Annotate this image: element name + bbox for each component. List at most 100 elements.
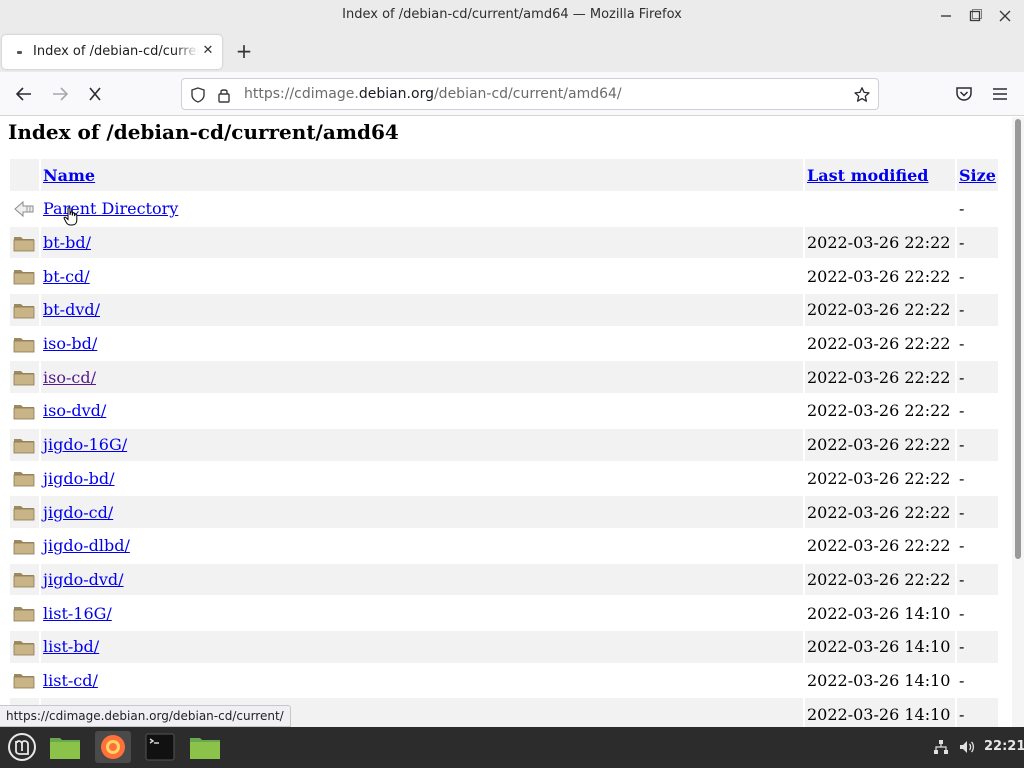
directory-link[interactable]: bt-dvd/ xyxy=(43,300,100,319)
directory-link[interactable]: list-bd/ xyxy=(43,637,99,656)
row-icon-cell xyxy=(10,395,39,427)
row-modified-cell: 2022-03-26 14:10 xyxy=(805,698,955,727)
row-modified-cell: 2022-03-26 22:22 xyxy=(805,294,955,326)
page-scrollbar[interactable] xyxy=(1012,117,1024,727)
directory-link[interactable]: jigdo-dlbd/ xyxy=(43,536,130,555)
taskbar-file-manager-button[interactable] xyxy=(187,731,223,763)
pocket-icon xyxy=(956,87,972,101)
start-menu-button[interactable] xyxy=(4,731,40,763)
tab-current[interactable]: Index of /debian-cd/current/amd64 ✕ xyxy=(2,35,222,69)
row-name-cell: jigdo-cd/ xyxy=(41,496,803,528)
row-name-cell: bt-cd/ xyxy=(41,260,803,292)
directory-link[interactable]: list-16G/ xyxy=(43,604,112,623)
row-icon-cell xyxy=(10,428,39,461)
sort-by-name-link[interactable]: Name xyxy=(43,166,95,185)
directory-link[interactable]: list-cd/ xyxy=(43,671,98,690)
row-icon-cell xyxy=(10,530,39,562)
folder-icon xyxy=(13,438,35,454)
row-modified-cell: 2022-03-26 22:22 xyxy=(807,266,951,286)
scrollbar-thumb[interactable] xyxy=(1015,119,1021,559)
taskbar-terminal-button[interactable] xyxy=(142,731,178,763)
window-titlebar: Index of /debian-cd/current/amd64 — Mozi… xyxy=(0,0,1024,32)
sort-by-size-link[interactable]: Size xyxy=(959,166,996,185)
row-modified-cell: 2022-03-26 14:10 xyxy=(805,630,955,663)
row-size-cell: - xyxy=(957,294,998,326)
parent-directory-link[interactable]: Parent Directory xyxy=(43,199,178,218)
folder-icon xyxy=(13,573,35,588)
row-modified-cell: 2022-03-26 14:10 xyxy=(807,603,951,623)
taskbar-files-button[interactable] xyxy=(47,731,83,763)
url-text[interactable]: https://cdimage.debian.org/debian-cd/cur… xyxy=(244,86,622,102)
bookmark-star-button[interactable] xyxy=(853,86,871,104)
folder-icon xyxy=(13,674,35,689)
row-modified-cell: 2022-03-26 22:22 xyxy=(805,563,955,596)
row-name-cell: bt-bd/ xyxy=(41,226,803,259)
directory-link[interactable]: jigdo-cd/ xyxy=(43,503,113,522)
back-button[interactable] xyxy=(11,82,37,106)
maximize-button[interactable] xyxy=(965,6,985,26)
directory-link[interactable]: iso-dvd/ xyxy=(43,401,106,420)
stop-button[interactable] xyxy=(82,82,108,106)
star-icon xyxy=(854,87,870,102)
row-modified-cell: 2022-03-26 22:22 xyxy=(807,334,951,354)
row-size-cell: - xyxy=(959,468,965,488)
folder-icon xyxy=(13,472,35,487)
back-arrow-icon xyxy=(14,200,34,217)
sort-by-modified-link[interactable]: Last modified xyxy=(807,166,928,185)
minimize-button[interactable] xyxy=(936,6,956,26)
parent-directory-size-cell: - xyxy=(959,199,965,219)
tracking-protection-button[interactable] xyxy=(189,86,207,104)
row-icon-cell xyxy=(10,361,39,394)
folder-icon xyxy=(13,607,35,622)
row-icon-cell xyxy=(10,630,39,663)
folder-icon xyxy=(13,539,35,555)
window-close-button[interactable] xyxy=(995,6,1015,26)
taskbar-clock[interactable]: 22:21 xyxy=(984,739,1024,754)
forward-button[interactable] xyxy=(47,82,73,106)
table-row: list-bd/2022-03-26 14:10- xyxy=(10,630,998,663)
tab-close-button[interactable]: ✕ xyxy=(200,43,216,59)
directory-link[interactable]: bt-cd/ xyxy=(43,267,90,286)
directory-link[interactable]: jigdo-dvd/ xyxy=(43,570,124,589)
site-info-button[interactable] xyxy=(215,86,233,104)
row-icon-cell xyxy=(10,294,39,326)
row-icon-cell xyxy=(10,260,39,292)
taskbar-firefox-button[interactable] xyxy=(95,731,131,763)
new-tab-button[interactable]: + xyxy=(234,40,254,62)
volume-button[interactable] xyxy=(958,738,976,756)
directory-link[interactable]: iso-bd/ xyxy=(43,334,97,353)
close-icon xyxy=(999,10,1011,22)
row-size-cell: - xyxy=(959,536,965,556)
url-path: /debian-cd/current/amd64/ xyxy=(433,86,622,102)
folder-icon xyxy=(13,303,35,319)
status-bar-link-preview: https://cdimage.debian.org/debian-cd/cur… xyxy=(0,705,291,727)
directory-link[interactable]: jigdo-bd/ xyxy=(43,469,114,488)
directory-link[interactable]: bt-bd/ xyxy=(43,233,91,252)
row-size-cell: - xyxy=(957,630,998,663)
page-heading: Index of /debian-cd/current/amd64 xyxy=(8,120,399,144)
folder-icon xyxy=(50,738,80,759)
network-status-button[interactable] xyxy=(932,738,950,756)
directory-link[interactable]: jigdo-16G/ xyxy=(43,435,127,454)
row-size-cell: - xyxy=(957,428,998,461)
parent-directory-name-cell: Parent Directory xyxy=(41,193,803,225)
window-title: Index of /debian-cd/current/amd64 — Mozi… xyxy=(342,7,682,22)
row-size-cell: - xyxy=(957,226,998,259)
pocket-button[interactable] xyxy=(953,83,975,105)
table-row: bt-bd/2022-03-26 22:22- xyxy=(10,226,998,259)
url-bar[interactable]: https://cdimage.debian.org/debian-cd/cur… xyxy=(181,78,879,110)
directory-link[interactable]: iso-cd/ xyxy=(43,368,96,387)
row-icon-cell xyxy=(10,597,39,629)
table-row: bt-cd/2022-03-26 22:22- xyxy=(10,260,998,292)
row-modified-cell: 2022-03-26 22:22 xyxy=(807,401,951,421)
folder-icon xyxy=(13,404,35,420)
row-name-cell: jigdo-bd/ xyxy=(41,463,803,495)
application-menu-button[interactable] xyxy=(989,83,1011,105)
row-modified-cell: 2022-03-26 22:22 xyxy=(805,428,955,461)
close-icon xyxy=(89,87,101,101)
row-name-cell: list-bd/ xyxy=(41,630,803,663)
table-row: list-cd/2022-03-26 14:10- xyxy=(10,665,998,697)
row-modified-cell: 2022-03-26 22:22 xyxy=(805,361,955,394)
row-size-cell: - xyxy=(959,334,965,354)
row-size-cell: - xyxy=(959,670,965,690)
